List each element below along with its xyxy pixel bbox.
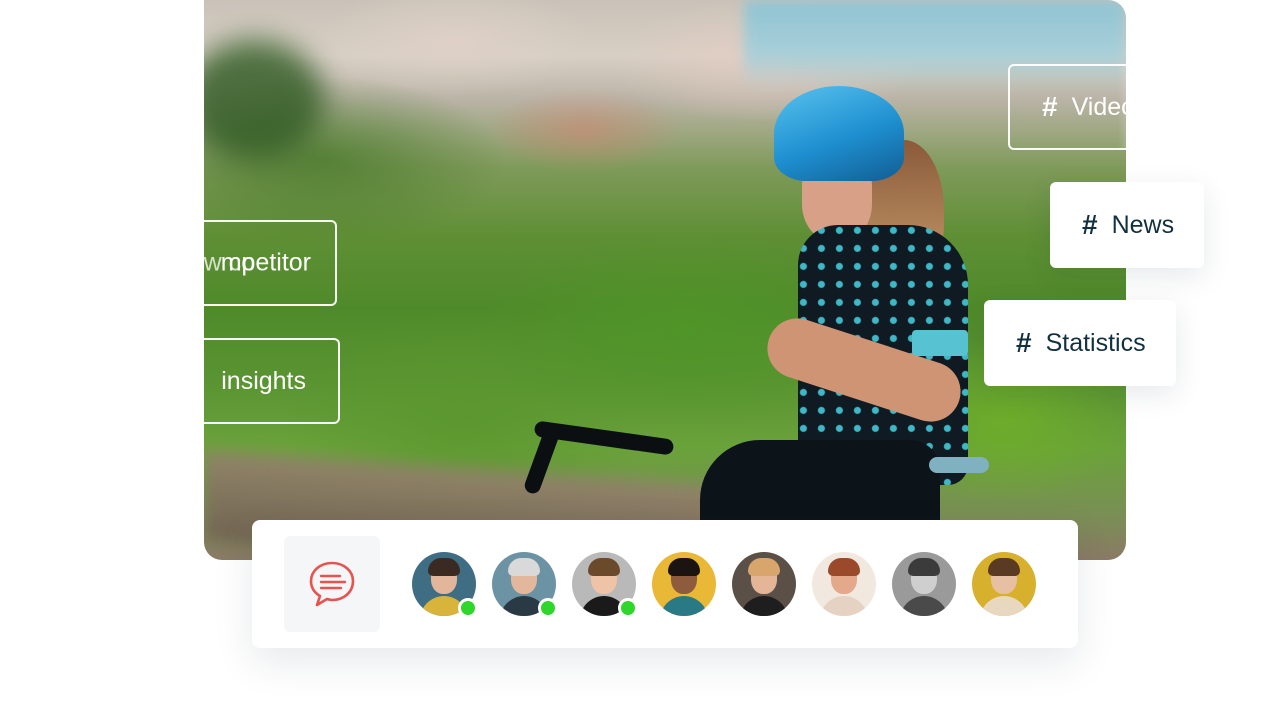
avatar-shoulders (900, 596, 948, 616)
avatar-photo (892, 552, 956, 616)
avatar-5[interactable] (732, 552, 796, 616)
avatar-photo (812, 552, 876, 616)
avatar-photo (732, 552, 796, 616)
tag-new-competitor[interactable]: New co mpetitor (172, 220, 337, 306)
tag-statistics-label: Statistics (1045, 328, 1146, 357)
avatar-hair (588, 558, 620, 576)
avatar-hair (988, 558, 1020, 576)
avatar-7[interactable] (892, 552, 956, 616)
avatar-photo (652, 552, 716, 616)
tag-insights-label: insights (221, 366, 306, 395)
tag-news-label: News (1111, 210, 1175, 239)
avatar-hair (908, 558, 940, 576)
avatar-shoulders (740, 596, 788, 616)
hero-section: New co mpetitor insights # Video # News … (0, 0, 1262, 716)
bike-saddle (929, 457, 989, 473)
tag-video[interactable]: # Video (1008, 64, 1190, 150)
hash-icon: # (1082, 209, 1098, 240)
avatar-shoulders (660, 596, 708, 616)
people-bar (252, 520, 1078, 648)
tag-video-fade (1118, 66, 1188, 148)
avatar-4[interactable] (652, 552, 716, 616)
hero-photo (204, 0, 1126, 560)
avatar-shoulders (980, 596, 1028, 616)
avatar-photo (972, 552, 1036, 616)
tag-news[interactable]: # News (1050, 182, 1205, 268)
avatar-1[interactable] (412, 552, 478, 618)
tag-new-competitor-label: mpetitor (220, 248, 311, 277)
hash-icon: # (1016, 327, 1032, 358)
avatar-shoulders (820, 596, 868, 616)
cyclist-sleeve (912, 330, 968, 356)
avatar-hair (428, 558, 460, 576)
avatar-8[interactable] (972, 552, 1036, 616)
avatar-hair (508, 558, 540, 576)
avatar-3[interactable] (572, 552, 638, 618)
avatar-hair (748, 558, 780, 576)
online-status-icon (538, 598, 558, 618)
avatar-6[interactable] (812, 552, 876, 616)
cyclist-helmet (774, 86, 904, 181)
tag-insights[interactable]: insights (204, 338, 340, 424)
online-status-icon (458, 598, 478, 618)
avatar-list (412, 552, 1052, 618)
chat-bubble-icon (309, 561, 355, 607)
tag-statistics[interactable]: # Statistics (984, 300, 1176, 386)
avatar-hair (668, 558, 700, 576)
photo-foliage (204, 40, 324, 160)
online-status-icon (618, 598, 638, 618)
avatar-2[interactable] (492, 552, 558, 618)
avatar-hair (828, 558, 860, 576)
hash-icon: # (1042, 91, 1058, 122)
chat-button[interactable] (284, 536, 380, 632)
